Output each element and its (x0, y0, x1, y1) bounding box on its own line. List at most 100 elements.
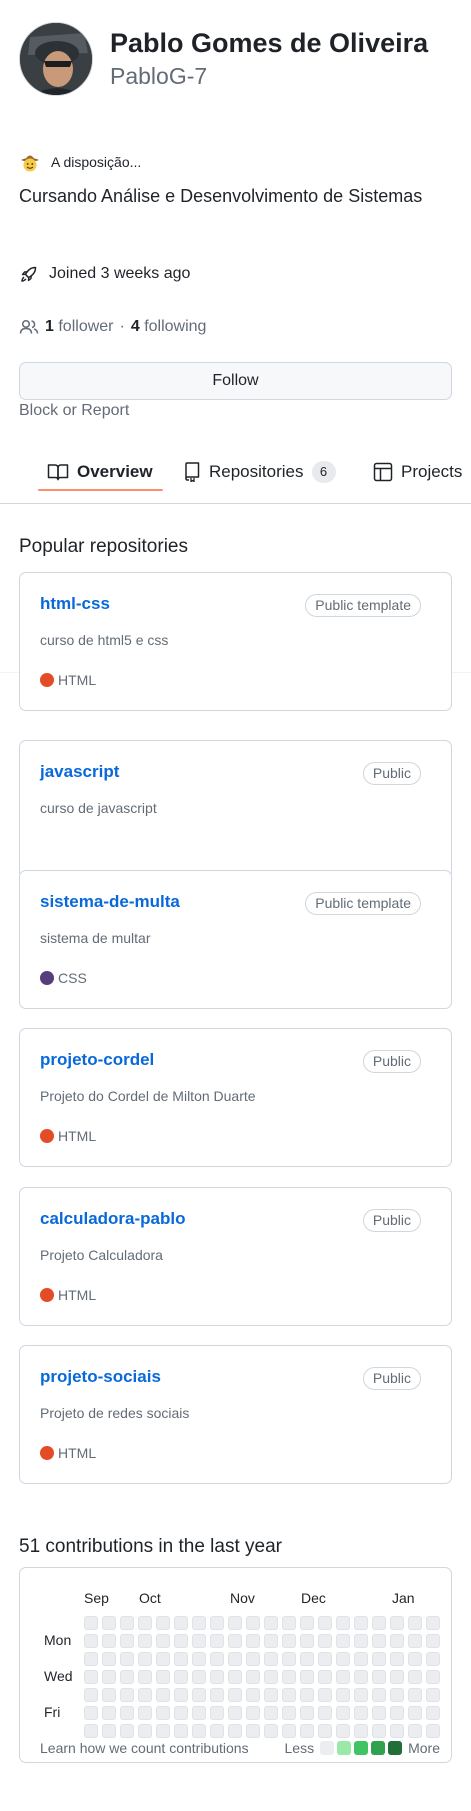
repo-name-link[interactable]: calculadora-pablo (40, 1209, 185, 1229)
contribution-cell[interactable] (282, 1634, 296, 1648)
contribution-cell[interactable] (138, 1688, 152, 1702)
contribution-cell[interactable] (102, 1652, 116, 1666)
contribution-cell[interactable] (282, 1652, 296, 1666)
contribution-cell[interactable] (426, 1670, 440, 1684)
contribution-cell[interactable] (390, 1670, 404, 1684)
contribution-cell[interactable] (408, 1670, 422, 1684)
contribution-cell[interactable] (300, 1706, 314, 1720)
contribution-cell[interactable] (336, 1670, 350, 1684)
contribution-cell[interactable] (84, 1634, 98, 1648)
repo-name-link[interactable]: sistema-de-multa (40, 892, 180, 912)
contribution-cell[interactable] (426, 1688, 440, 1702)
contribution-cell[interactable] (210, 1706, 224, 1720)
contribution-cell[interactable] (138, 1706, 152, 1720)
contribution-cell[interactable] (156, 1616, 170, 1630)
contribution-cell[interactable] (120, 1688, 134, 1702)
contribution-cell[interactable] (246, 1670, 260, 1684)
repo-name-link[interactable]: html-css (40, 594, 110, 614)
contribution-cell[interactable] (282, 1688, 296, 1702)
repo-name-link[interactable]: javascript (40, 762, 119, 782)
contribution-cell[interactable] (138, 1616, 152, 1630)
contribution-cell[interactable] (408, 1706, 422, 1720)
contribution-cell[interactable] (84, 1670, 98, 1684)
contribution-cell[interactable] (120, 1634, 134, 1648)
contribution-cell[interactable] (102, 1634, 116, 1648)
contribution-cell[interactable] (354, 1634, 368, 1648)
contribution-cell[interactable] (408, 1616, 422, 1630)
contribution-cell[interactable] (210, 1634, 224, 1648)
block-or-report-link[interactable]: Block or Report (19, 402, 129, 420)
contribution-cell[interactable] (408, 1652, 422, 1666)
contribution-cell[interactable] (246, 1652, 260, 1666)
contribution-cell[interactable] (264, 1634, 278, 1648)
contribution-cell[interactable] (84, 1688, 98, 1702)
contribution-cell[interactable] (192, 1706, 206, 1720)
contribution-cell[interactable] (318, 1634, 332, 1648)
contribution-cell[interactable] (174, 1688, 188, 1702)
contribution-cell[interactable] (228, 1706, 242, 1720)
contribution-cell[interactable] (174, 1634, 188, 1648)
contribution-cell[interactable] (156, 1688, 170, 1702)
contribution-cell[interactable] (264, 1652, 278, 1666)
contribution-cell[interactable] (120, 1724, 134, 1738)
following-link[interactable]: 4 following (131, 318, 207, 336)
contribution-cell[interactable] (84, 1724, 98, 1738)
contribution-cell[interactable] (156, 1706, 170, 1720)
contribution-cell[interactable] (372, 1670, 386, 1684)
contribution-cell[interactable] (372, 1616, 386, 1630)
contribution-cell[interactable] (102, 1724, 116, 1738)
contribution-cell[interactable] (246, 1634, 260, 1648)
followers-link[interactable]: 1 follower (45, 318, 114, 336)
contribution-cell[interactable] (210, 1616, 224, 1630)
contribution-cell[interactable] (426, 1706, 440, 1720)
follow-button[interactable]: Follow (19, 362, 452, 400)
contribution-cell[interactable] (84, 1616, 98, 1630)
contribution-cell[interactable] (372, 1706, 386, 1720)
contribution-cell[interactable] (192, 1688, 206, 1702)
contribution-cell[interactable] (282, 1670, 296, 1684)
contribution-cell[interactable] (174, 1706, 188, 1720)
status-message[interactable]: A disposição... (19, 150, 141, 174)
contribution-cell[interactable] (426, 1634, 440, 1648)
contribution-cell[interactable] (354, 1688, 368, 1702)
contribution-cell[interactable] (426, 1724, 440, 1738)
contribution-cell[interactable] (372, 1652, 386, 1666)
contribution-cell[interactable] (408, 1634, 422, 1648)
contribution-cell[interactable] (138, 1634, 152, 1648)
contribution-cell[interactable] (390, 1724, 404, 1738)
contribution-cell[interactable] (300, 1616, 314, 1630)
contribution-cell[interactable] (372, 1634, 386, 1648)
contribution-cell[interactable] (174, 1616, 188, 1630)
contribution-cell[interactable] (390, 1688, 404, 1702)
contribution-cell[interactable] (192, 1652, 206, 1666)
tab-projects[interactable]: Projects (373, 440, 462, 504)
contribution-cell[interactable] (426, 1652, 440, 1666)
contribution-cell[interactable] (156, 1724, 170, 1738)
contribution-cell[interactable] (102, 1670, 116, 1684)
contribution-cell[interactable] (318, 1670, 332, 1684)
contribution-cell[interactable] (192, 1670, 206, 1684)
contribution-cell[interactable] (300, 1670, 314, 1684)
contribution-cell[interactable] (210, 1670, 224, 1684)
contribution-cell[interactable] (318, 1706, 332, 1720)
contribution-cell[interactable] (336, 1706, 350, 1720)
contribution-cell[interactable] (354, 1616, 368, 1630)
contribution-cell[interactable] (228, 1670, 242, 1684)
contribution-cell[interactable] (192, 1634, 206, 1648)
contribution-cell[interactable] (300, 1634, 314, 1648)
contribution-cell[interactable] (264, 1688, 278, 1702)
contribution-cell[interactable] (318, 1652, 332, 1666)
contribution-cell[interactable] (264, 1724, 278, 1738)
contribution-cell[interactable] (138, 1724, 152, 1738)
contribution-cell[interactable] (390, 1652, 404, 1666)
contribution-cell[interactable] (282, 1724, 296, 1738)
contribution-cell[interactable] (228, 1688, 242, 1702)
contribution-cell[interactable] (372, 1724, 386, 1738)
tab-repositories[interactable]: Repositories 6 (183, 440, 336, 504)
contribution-cell[interactable] (354, 1724, 368, 1738)
contribution-cell[interactable] (354, 1670, 368, 1684)
contribution-cell[interactable] (156, 1670, 170, 1684)
contribution-cell[interactable] (192, 1616, 206, 1630)
contribution-cell[interactable] (246, 1724, 260, 1738)
contribution-cell[interactable] (282, 1616, 296, 1630)
